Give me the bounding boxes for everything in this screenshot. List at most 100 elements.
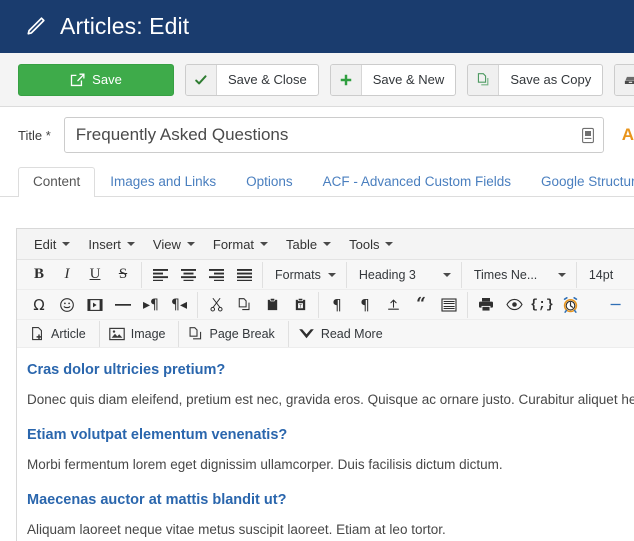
action-toolbar: Save Save & Close Save & New Save as Cop… <box>0 53 634 107</box>
special-character-icon[interactable]: Ω <box>25 293 53 317</box>
media-icon[interactable] <box>81 293 109 317</box>
save-button[interactable]: Save <box>18 63 174 96</box>
cut-icon[interactable] <box>202 293 230 317</box>
save-and-close-button[interactable]: Save & Close <box>185 63 319 96</box>
show-blocks-icon[interactable]: ¶ <box>323 293 351 317</box>
editor-toolbar-row-1: B I U S Formats Heading 3 Times Ne... 14… <box>17 260 634 290</box>
joomla-image-group: Image <box>100 320 180 347</box>
page-title: Articles: Edit <box>60 13 190 39</box>
title-field-label: Title * <box>18 128 51 143</box>
chevron-down-icon <box>442 272 451 277</box>
versions-icon <box>615 64 634 95</box>
bold-icon[interactable]: B <box>25 263 53 287</box>
menu-view[interactable]: View <box>144 233 204 256</box>
tab-google-structured-data[interactable]: Google Structured D <box>526 167 634 197</box>
title-input[interactable] <box>64 125 573 145</box>
menu-edit[interactable]: Edit <box>25 233 79 256</box>
rtl-icon[interactable]: ¶◂ <box>165 293 193 317</box>
clipboard-group: T <box>198 291 319 318</box>
font-size-label: 14pt <box>588 267 614 282</box>
page-break-icon[interactable] <box>435 293 463 317</box>
editor-content-area[interactable]: Cras dolor ultricies pretium? Donec quis… <box>17 348 634 537</box>
copy-icon[interactable] <box>230 293 258 317</box>
faq-question: Cras dolor ultricies pretium? <box>27 362 226 378</box>
menu-format[interactable]: Format <box>204 233 277 256</box>
italic-icon[interactable]: I <box>53 263 81 287</box>
editor-toolbar-row-3: Article Image Page Break Read More <box>17 320 634 348</box>
save-as-copy-button[interactable]: Save as Copy <box>467 63 604 96</box>
insert-image-button[interactable]: Image <box>104 322 175 346</box>
align-center-icon[interactable] <box>174 263 202 287</box>
overflow-icon[interactable] <box>602 293 630 317</box>
font-size-dropdown[interactable]: 14pt <box>581 263 634 287</box>
font-family-dropdown[interactable]: Times Ne... <box>466 263 572 287</box>
tab-content[interactable]: Content <box>18 166 96 197</box>
copy-icon <box>468 64 500 95</box>
insert-page-break-button[interactable]: Page Break <box>183 322 283 346</box>
insert-image-label: Image <box>130 326 166 341</box>
page-break-icon <box>188 326 203 341</box>
title-input-wrapper[interactable] <box>63 117 604 153</box>
tinymce-editor: Edit Insert View Format Table Tools B I … <box>16 228 634 541</box>
chevron-down-icon <box>323 242 332 246</box>
align-right-icon[interactable] <box>202 263 230 287</box>
align-left-icon[interactable] <box>146 263 174 287</box>
save-and-new-button[interactable]: Save & New <box>329 63 457 96</box>
block-format-dropdown[interactable]: Heading 3 <box>351 263 457 287</box>
menu-tools-label: Tools <box>349 236 380 252</box>
blockquote-icon[interactable]: “ <box>407 293 435 317</box>
tools-group: {;} <box>468 292 634 318</box>
preview-icon[interactable] <box>500 293 528 317</box>
paragraph-group: ¶ ¶ “ <box>319 291 468 318</box>
chevron-down-icon <box>126 242 135 246</box>
schedule-dropdown-chevron-down-icon[interactable] <box>584 293 602 317</box>
insert-read-more-button[interactable]: Read More <box>293 322 392 346</box>
save-as-copy-label: Save as Copy <box>510 72 592 87</box>
horizontal-rule-icon[interactable] <box>109 293 137 317</box>
save-and-new-label: Save & New <box>372 72 445 87</box>
editor-toolbar-row-2: Ω ▸¶ ¶◂ T ¶ ¶ “ {;} <box>17 290 634 320</box>
source-code-icon[interactable]: {;} <box>528 293 556 317</box>
article-picker-icon[interactable] <box>573 118 603 152</box>
emoticon-icon[interactable] <box>53 293 81 317</box>
tab-options[interactable]: Options <box>231 167 308 197</box>
menu-table[interactable]: Table <box>277 233 340 256</box>
faq-answer: Donec quis diam eleifend, pretium est ne… <box>27 392 634 407</box>
strikethrough-icon[interactable]: S <box>109 263 137 287</box>
alias-label: A <box>621 125 634 144</box>
required-marker: * <box>45 127 51 143</box>
versions-button[interactable]: Versio <box>614 63 634 96</box>
faq-question: Etiam volutpat elementum venenatis? <box>27 427 288 443</box>
page-header: Articles: Edit <box>0 0 634 53</box>
print-icon[interactable] <box>472 293 500 317</box>
tab-acf-advanced-custom-fields[interactable]: ACF - Advanced Custom Fields <box>308 167 526 197</box>
article-icon <box>30 326 45 341</box>
title-row: Title * A <box>0 107 634 163</box>
joomla-pagebreak-group: Page Break <box>179 320 289 347</box>
show-invisible-characters-icon[interactable]: ¶ <box>351 293 379 317</box>
align-justify-icon[interactable] <box>230 263 258 287</box>
article-edit-screen: Articles: Edit Save Save & Close Save & … <box>0 0 634 541</box>
font-family-group: Times Ne... <box>462 261 577 288</box>
tab-bar: Content Images and Links Options ACF - A… <box>0 163 634 197</box>
paste-as-text-icon[interactable]: T <box>286 293 314 317</box>
underline-icon[interactable]: U <box>81 263 109 287</box>
font-size-group: 14pt <box>577 262 634 288</box>
insert-file-icon[interactable] <box>379 293 407 317</box>
insert-article-button[interactable]: Article <box>25 322 95 346</box>
menu-tools[interactable]: Tools <box>340 233 402 256</box>
ltr-icon[interactable]: ▸¶ <box>137 293 165 317</box>
tab-images-and-links[interactable]: Images and Links <box>95 167 231 197</box>
chevron-down-icon <box>385 242 394 246</box>
alignment-group <box>142 261 263 288</box>
pencil-icon <box>22 14 48 40</box>
menu-insert[interactable]: Insert <box>79 233 144 256</box>
faq-answer: Aliquam laoreet neque vitae metus suscip… <box>27 522 446 537</box>
chevron-down-icon <box>327 272 336 277</box>
paste-icon[interactable] <box>258 293 286 317</box>
formats-dropdown[interactable]: Formats <box>267 263 342 287</box>
schedule-icon[interactable] <box>556 293 584 317</box>
formats-group: Formats <box>263 261 347 288</box>
insert-group: Ω ▸¶ ¶◂ <box>21 291 198 318</box>
formats-label: Formats <box>275 267 321 282</box>
